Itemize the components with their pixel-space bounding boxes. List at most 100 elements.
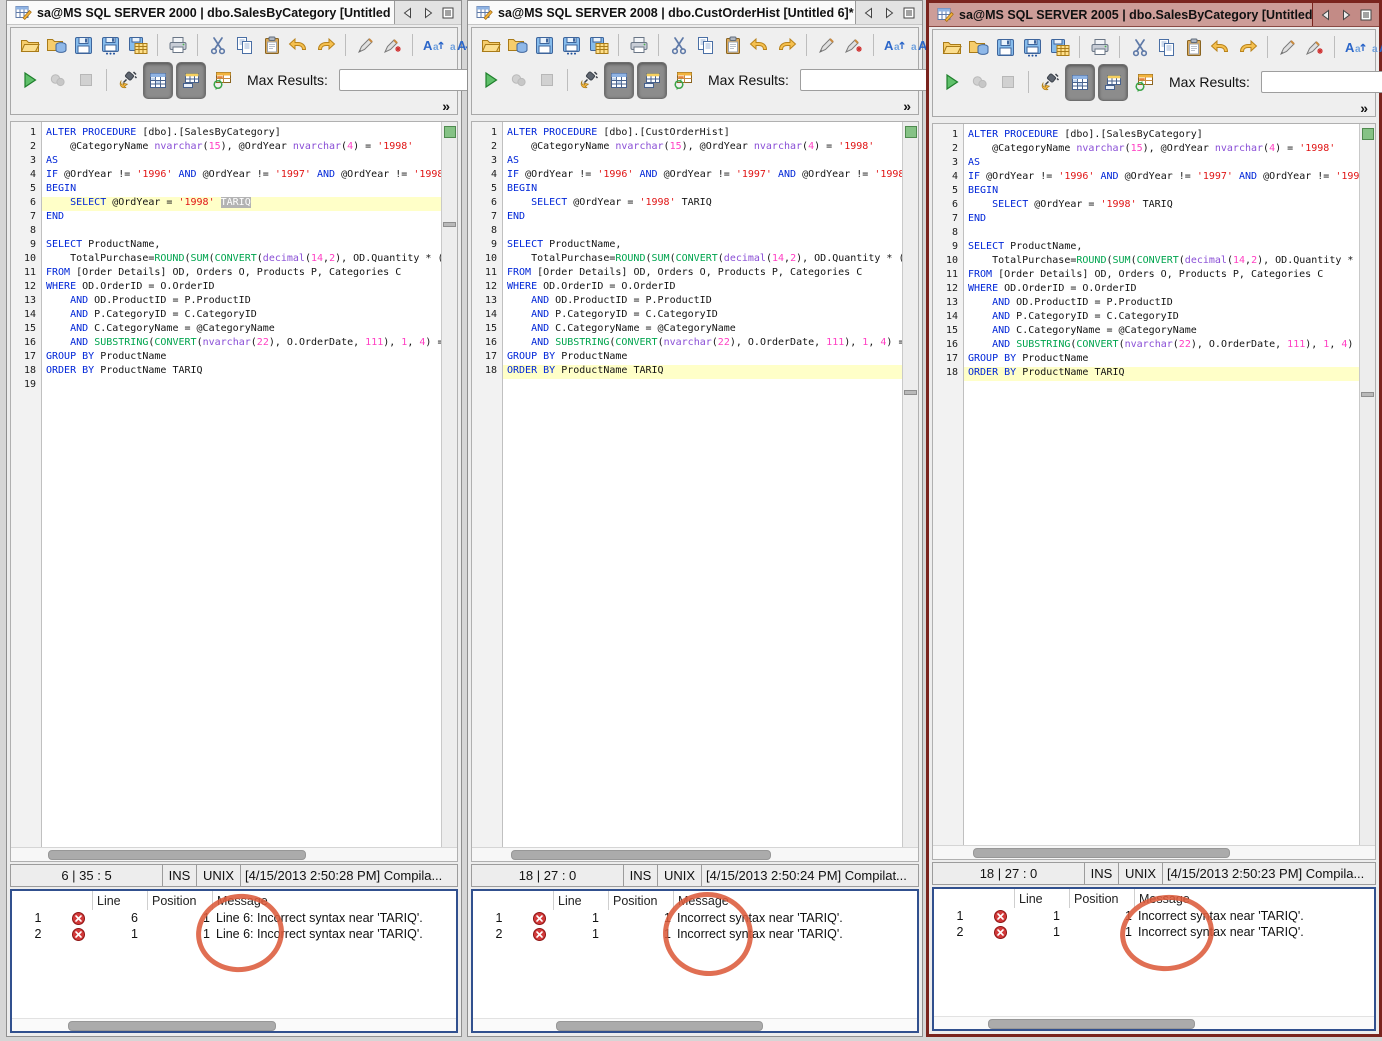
error-row-number[interactable]: 1 (12, 910, 64, 926)
format-button[interactable] (353, 33, 378, 58)
toolbar-overflow-chevron[interactable]: » (903, 98, 911, 114)
session-tab[interactable]: sa@MS SQL SERVER 2008 | dbo.CustOrderHis… (468, 1, 856, 24)
toggle-result-table-button[interactable] (604, 61, 634, 99)
format-button[interactable] (814, 33, 839, 58)
scrollbar-thumb[interactable] (511, 850, 771, 860)
scroll-tabs-left-button[interactable] (400, 5, 416, 21)
redo-button[interactable] (313, 33, 338, 58)
open-session-button[interactable] (966, 35, 991, 60)
undo-button[interactable] (747, 33, 772, 58)
copy-button[interactable] (232, 33, 257, 58)
error-hscrollbar[interactable] (473, 1018, 917, 1031)
paste-button[interactable] (259, 33, 284, 58)
scrollbar-thumb[interactable] (68, 1021, 276, 1031)
sql-editor[interactable]: 1 2 3 4 5 6 7 8 9 10 11 12 13 14 15 16 17 18 19 ALTER PROCE… (10, 121, 458, 862)
error-line[interactable]: 1 (92, 926, 147, 942)
error-message[interactable]: Incorrect syntax near 'TARIQ'. (1134, 908, 1374, 924)
save-table-button[interactable] (1047, 35, 1072, 60)
refresh-table-button[interactable] (209, 68, 234, 93)
stop-button[interactable] (534, 68, 559, 93)
scroll-tabs-right-button[interactable] (420, 5, 436, 21)
session-tab[interactable]: sa@MS SQL SERVER 2005 | dbo.SalesByCateg… (929, 3, 1313, 26)
redo-button[interactable] (1235, 35, 1260, 60)
save-as-button[interactable] (559, 33, 584, 58)
error-line[interactable]: 1 (553, 926, 608, 942)
error-row-number[interactable]: 1 (934, 908, 986, 924)
save-button[interactable] (71, 33, 96, 58)
scrollbar-thumb[interactable] (48, 850, 306, 860)
to-uppercase-button[interactable]: Aa (1342, 35, 1367, 60)
format-clean-button[interactable] (380, 33, 405, 58)
max-results-input[interactable] (799, 69, 936, 91)
run-all-button[interactable] (967, 70, 992, 95)
error-position[interactable]: 1 (147, 910, 212, 926)
scroll-tabs-left-button[interactable] (1318, 7, 1334, 23)
error-row-number[interactable]: 2 (934, 924, 986, 940)
error-position[interactable]: 1 (1069, 924, 1134, 940)
open-folder-button[interactable] (939, 35, 964, 60)
error-message[interactable]: Incorrect syntax near 'TARIQ'. (673, 926, 917, 942)
error-icon-cell[interactable] (986, 908, 1014, 924)
stop-button[interactable] (995, 70, 1020, 95)
print-button[interactable] (165, 33, 190, 58)
run-all-button[interactable] (45, 68, 70, 93)
save-button[interactable] (532, 33, 557, 58)
toggle-sticky-result-button[interactable] (637, 61, 667, 99)
code-area[interactable]: ALTER PROCEDURE [dbo].[SalesByCategory] … (964, 124, 1359, 845)
error-icon-cell[interactable] (525, 926, 553, 942)
error-icon-cell[interactable] (525, 910, 553, 926)
save-button[interactable] (993, 35, 1018, 60)
toggle-result-table-button[interactable] (1065, 63, 1095, 101)
toggle-sticky-result-button[interactable] (1098, 63, 1128, 101)
error-hscrollbar[interactable] (12, 1018, 456, 1031)
tab-list-button[interactable] (901, 5, 917, 21)
error-line[interactable]: 6 (92, 910, 147, 926)
run-all-button[interactable] (506, 68, 531, 93)
tab-list-button[interactable] (440, 5, 456, 21)
cut-button[interactable] (666, 33, 691, 58)
editor-hscrollbar[interactable] (933, 845, 1375, 859)
scrollbar-thumb[interactable] (988, 1019, 1195, 1029)
editor-hscrollbar[interactable] (472, 847, 918, 861)
refresh-table-button[interactable] (670, 68, 695, 93)
error-line[interactable]: 1 (553, 910, 608, 926)
copy-button[interactable] (1154, 35, 1179, 60)
cut-button[interactable] (1127, 35, 1152, 60)
error-row-number[interactable]: 1 (473, 910, 525, 926)
scroll-tabs-left-button[interactable] (861, 5, 877, 21)
code-area[interactable]: ALTER PROCEDURE [dbo].[CustOrderHist] @C… (503, 122, 902, 847)
save-table-button[interactable] (586, 33, 611, 58)
to-uppercase-button[interactable]: Aa (420, 33, 445, 58)
open-session-button[interactable] (505, 33, 530, 58)
undo-button[interactable] (1208, 35, 1233, 60)
error-icon-cell[interactable] (64, 926, 92, 942)
error-position[interactable]: 1 (147, 926, 212, 942)
scrollbar-thumb[interactable] (556, 1021, 763, 1031)
run-sql-button[interactable] (478, 68, 503, 93)
save-as-button[interactable] (98, 33, 123, 58)
error-message[interactable]: Line 6: Incorrect syntax near 'TARIQ'. (212, 926, 456, 942)
error-position[interactable]: 1 (1069, 908, 1134, 924)
scrollbar-thumb[interactable] (973, 848, 1230, 858)
print-button[interactable] (626, 33, 651, 58)
sql-editor[interactable]: 1 2 3 4 5 6 7 8 9 10 11 12 13 14 15 16 17 18 ALTER PROCEDU… (932, 123, 1376, 860)
to-lowercase-button[interactable]: aA (1369, 35, 1382, 60)
error-message[interactable]: Incorrect syntax near 'TARIQ'. (1134, 924, 1374, 940)
scroll-tabs-right-button[interactable] (881, 5, 897, 21)
reconnect-button[interactable] (1037, 70, 1062, 95)
error-hscrollbar[interactable] (934, 1016, 1374, 1029)
save-table-button[interactable] (125, 33, 150, 58)
save-as-button[interactable] (1020, 35, 1045, 60)
refresh-table-button[interactable] (1131, 70, 1156, 95)
open-folder-button[interactable] (17, 33, 42, 58)
tab-list-button[interactable] (1358, 7, 1374, 23)
error-line[interactable]: 1 (1014, 908, 1069, 924)
editor-hscrollbar[interactable] (11, 847, 457, 861)
toolbar-overflow-chevron[interactable]: » (1360, 100, 1368, 116)
sql-editor[interactable]: 1 2 3 4 5 6 7 8 9 10 11 12 13 14 15 16 17 18 ALTER PROCEDU… (471, 121, 919, 862)
run-sql-button[interactable] (939, 70, 964, 95)
toggle-result-table-button[interactable] (143, 61, 173, 99)
format-clean-button[interactable] (841, 33, 866, 58)
paste-button[interactable] (720, 33, 745, 58)
error-icon-cell[interactable] (986, 924, 1014, 940)
